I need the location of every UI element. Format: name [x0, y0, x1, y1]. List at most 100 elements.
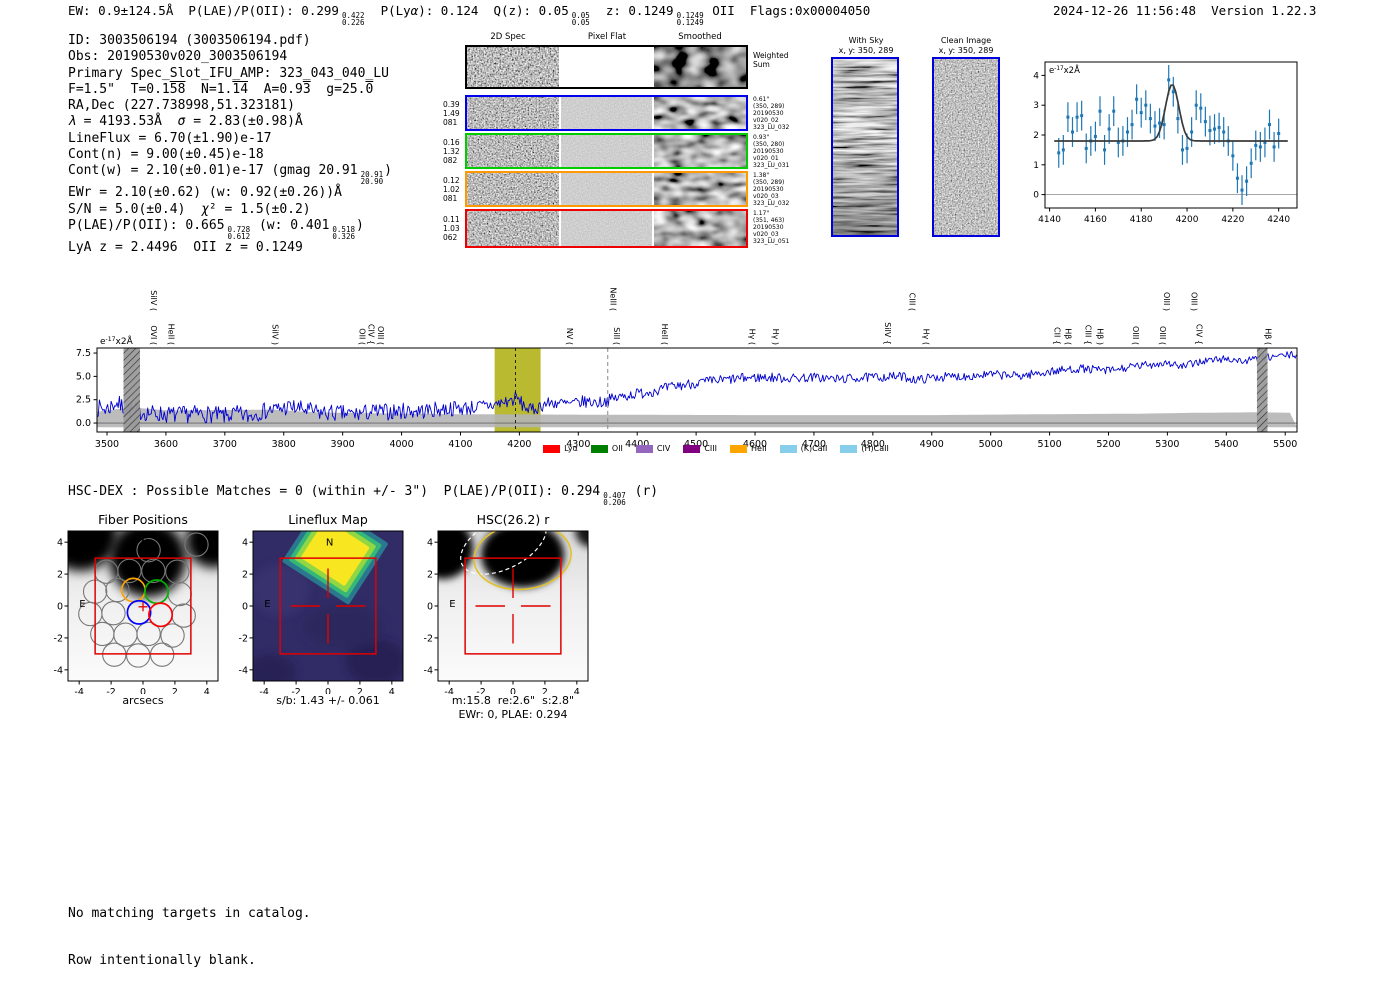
col-header-2d-spec: 2D Spec	[490, 32, 526, 42]
text-segment: )	[355, 217, 364, 233]
legend-swatch	[779, 444, 797, 453]
spec2d-image-cell	[467, 211, 559, 246]
text-segment: LyA z = 2.4496 OII z = 0.1249	[68, 239, 303, 255]
spectral-line-label: SiIV )	[271, 324, 280, 345]
text-segment: λ	[68, 114, 76, 130]
hsc-morphology-label: m:15.8 re:2.6" s:2.8"	[451, 694, 575, 707]
x-tick-label: 3700	[213, 439, 237, 450]
legend-label: (K)CaII	[800, 444, 828, 453]
spec2d-image-cell	[654, 173, 747, 205]
spec2d-row-images	[465, 95, 748, 131]
legend-item: CIV	[635, 444, 670, 453]
spectral-line-label: SiIV (	[149, 290, 158, 311]
y-tick-label: -4	[54, 665, 63, 676]
with-sky-cutout	[833, 59, 897, 235]
text-segment: ID: 3003506194 (3003506194.pdf)	[68, 33, 311, 48]
text-segment: 0.422 0.226	[341, 11, 365, 27]
spec2d-image-cell	[560, 135, 653, 167]
text-segment: 0.518 0.326	[332, 224, 355, 241]
svg-text:e-17x2Å: e-17x2Å	[1049, 64, 1080, 76]
clean-image-coords: x, y: 350, 289	[938, 46, 994, 55]
legend-item: OII	[590, 444, 623, 453]
report-datetime: 2024-12-26 11:56:48	[1053, 3, 1196, 18]
legend-item: CIII	[683, 444, 717, 453]
spectral-line-label: OIII (	[376, 326, 385, 345]
spec2d-image-cell	[560, 97, 653, 129]
spectral-line-label: OIII )	[1190, 292, 1199, 311]
spectral-line-label: Hβ (	[1064, 328, 1073, 345]
spectral-line-label: NV (	[565, 328, 574, 345]
y-tick-label: 1	[1033, 161, 1039, 171]
spectral-line-label: CIII {	[1084, 325, 1093, 345]
info-line: Primary Spec_Slot_IFU_AMP: 323_043_040_L…	[68, 66, 392, 82]
y-tick-label: -2	[424, 633, 433, 644]
no-match-line: No matching targets in catalog.	[68, 906, 311, 921]
spec2d-image-cell	[467, 47, 559, 87]
compass-east-label: E	[264, 599, 270, 610]
info-line: F=1.5" T=0.158 N=1.14 A=0.93 g=25.0	[68, 82, 392, 98]
spec2d-image-cell	[560, 47, 653, 87]
info-line: Cont(n) = 9.00(±0.45)e-18	[68, 147, 392, 163]
spec2d-row-images	[465, 209, 748, 248]
clean-image-title: Clean Image x, y: 350, 289	[926, 36, 1006, 56]
compass-north-label: N	[511, 537, 518, 548]
spectral-line-label: HeII (	[166, 324, 175, 345]
clean-image-cutout	[934, 59, 998, 235]
legend-label: Lyα	[564, 444, 578, 453]
x-tick-label: 3600	[154, 439, 178, 450]
spectral-line-label: SiII (	[612, 327, 621, 345]
text-segment: Cont(w) = 2.10(±0.01)e-17 (gmag 20.91	[68, 163, 358, 179]
text-segment: 20.91 20.90	[360, 170, 384, 187]
x-tick-label: 4140	[1038, 215, 1061, 225]
spectral-line-label: OIII )	[1162, 292, 1171, 311]
text-segment: = 2.83(±0.98)Å	[185, 114, 303, 130]
legend-label: (H)CaII	[861, 444, 889, 453]
spectral-line-label: CIV {	[367, 324, 376, 345]
y-tick-label: -2	[54, 633, 63, 644]
y-tick-label: 0	[1033, 191, 1039, 201]
spectral-line-label: CIII (	[908, 293, 917, 311]
x-tick-label: 5500	[1273, 439, 1297, 450]
spec2d-row-left-label: 0.39 1.49 081	[443, 100, 460, 127]
y-tick-label: 2.5	[76, 395, 91, 406]
spec2d-image-cell	[467, 135, 559, 167]
spec2d-row-left-label: 0.12 1.02 081	[443, 176, 460, 203]
y-tick-label: 0	[57, 602, 63, 613]
spectral-line-label: NeIII (	[608, 287, 617, 311]
spectral-line-label: CII {	[1052, 327, 1061, 345]
legend-swatch	[840, 444, 858, 453]
text-segment: S/N = 5.0(±0.4)	[68, 201, 202, 217]
info-line: Obs: 20190530v020_3003506194	[68, 49, 392, 65]
with-sky-title: With Sky x, y: 350, 289	[826, 36, 906, 56]
x-tick-label: 2	[542, 687, 548, 694]
with-sky-coords: x, y: 350, 289	[838, 46, 894, 55]
y-tick-label: 0.0	[76, 418, 91, 429]
y-tick-label: 0	[427, 602, 433, 613]
spec2d-image-cell	[467, 173, 559, 205]
report-summary-header: EW: 0.9±124.5Å P(LAE)/P(OII): 0.299 0.422…	[68, 3, 870, 26]
spec2d-image-cell	[654, 211, 747, 246]
spec2d-image-cell	[560, 211, 653, 246]
x-tick-label: 4240	[1267, 215, 1290, 225]
legend-swatch	[683, 444, 701, 453]
info-line: S/N = 5.0(±0.4) χ² = 1.5(±0.2)	[68, 202, 392, 218]
col-header-smoothed: Smoothed	[678, 32, 722, 42]
y-tick-label: 4	[1033, 71, 1039, 81]
x-tick-label: -2	[476, 687, 485, 694]
with-sky-title-text: With Sky	[848, 36, 884, 45]
compass-east-label: E	[449, 599, 455, 610]
text-segment: EWr = 2.10(±0.62) (w: 0.92(±0.26))Å	[68, 185, 342, 201]
spectral-line-label: OVI (	[149, 325, 158, 345]
text-segment: LineFlux = 6.70(±1.90)e-17	[68, 130, 272, 146]
info-line: LineFlux = 6.70(±1.90)e-17	[68, 131, 392, 147]
text-segment: 0.05 0.05	[571, 11, 590, 27]
legend-item: Lyα	[543, 444, 578, 453]
text-segment: Obs: 20190530v020_3003506194	[68, 49, 288, 65]
text-segment: 58	[169, 81, 186, 97]
spectral-line-label: HeII (	[660, 324, 669, 345]
legend-label: OII	[611, 444, 623, 453]
x-tick-label: 4180	[1130, 215, 1153, 225]
x-tick-label: 5300	[1155, 439, 1179, 450]
spec2d-image-cell	[654, 97, 747, 129]
spectral-line-label: Hγ )	[771, 329, 780, 345]
